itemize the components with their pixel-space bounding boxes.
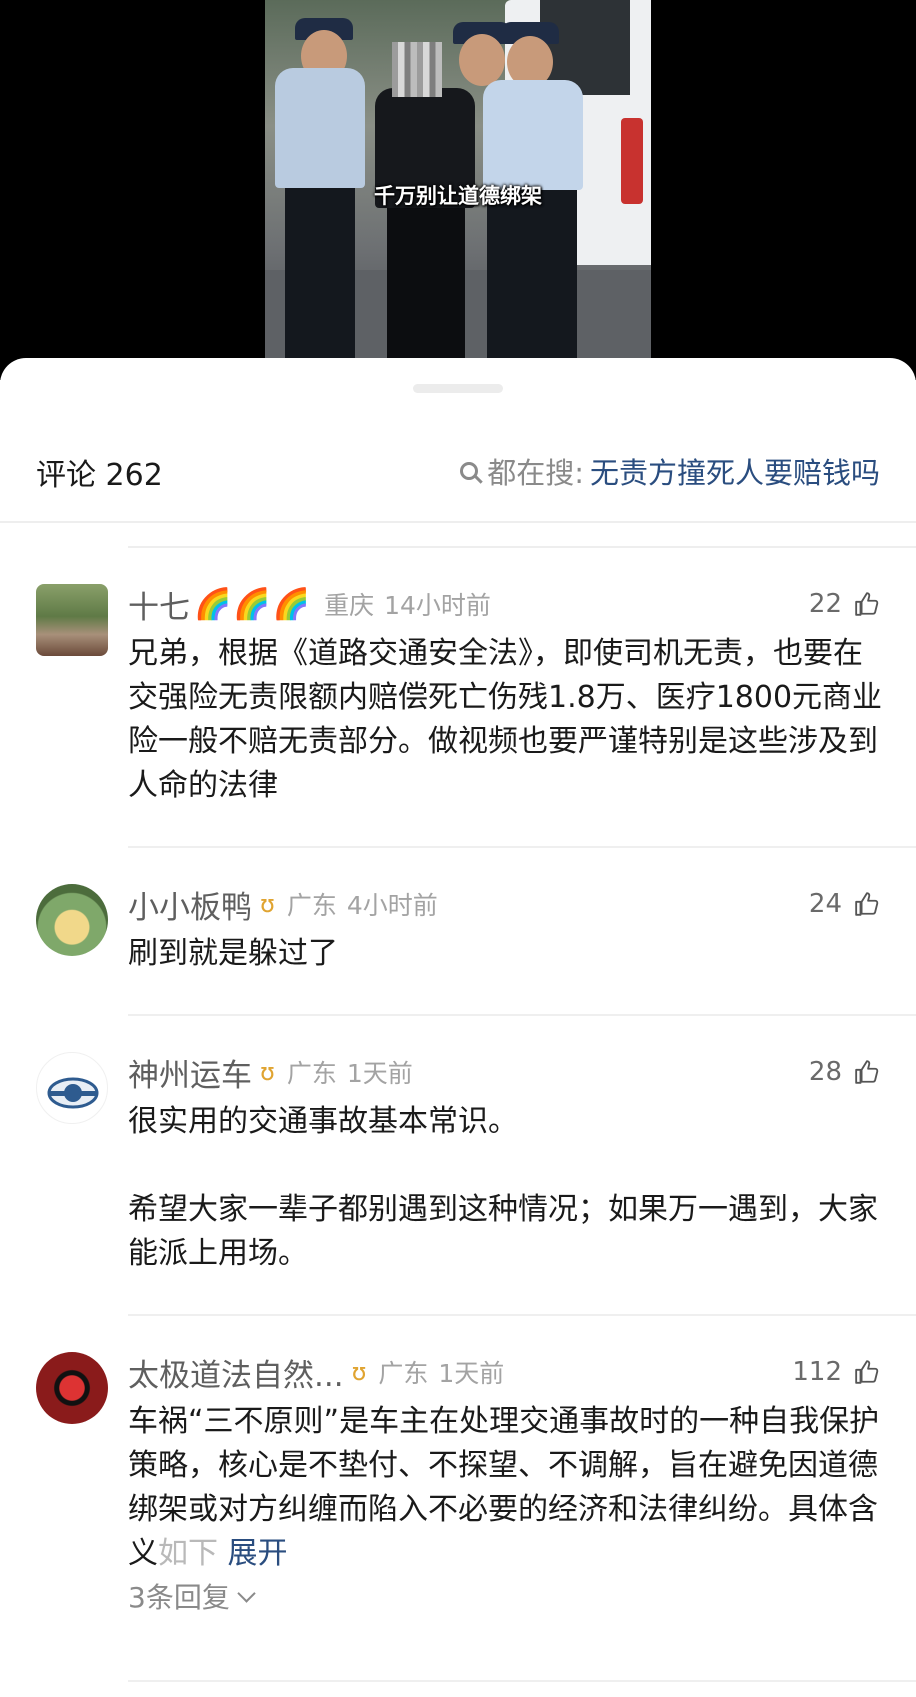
top-divider xyxy=(128,546,916,548)
avatar[interactable] xyxy=(36,1052,108,1124)
steering-wheel-logo xyxy=(47,1077,99,1109)
vip-badge-icon: ʊ xyxy=(351,1358,367,1386)
comment-text-fade: 如下 xyxy=(158,1536,218,1571)
like-button[interactable]: 22 xyxy=(809,584,880,624)
comment-text: 刷到就是躲过了 xyxy=(128,936,338,971)
comment-meta: 十七 🌈🌈🌈 重庆 14小时前 xyxy=(128,582,491,627)
comment-location: 广东 xyxy=(286,1059,337,1088)
comment-meta: 小小板鸭 ʊ 广东 4小时前 xyxy=(128,882,438,927)
comment-time: 4小时前 xyxy=(346,891,438,920)
comment-meta: 太极道法自然... ʊ 广东 1天前 xyxy=(128,1350,505,1395)
comment-time: 14小时前 xyxy=(384,591,491,620)
comment-count: 评论 262 xyxy=(36,458,163,493)
like-count: 112 xyxy=(792,1357,842,1387)
vip-badge-icon: ʊ xyxy=(260,890,275,918)
like-button[interactable]: 112 xyxy=(792,1352,880,1392)
video-frame: 千万别让道德绑架 xyxy=(265,0,651,360)
avatar[interactable] xyxy=(36,584,108,656)
avatar[interactable] xyxy=(36,884,108,956)
mosaic-face xyxy=(392,42,442,97)
comment-time: 1天前 xyxy=(438,1359,505,1388)
comment-divider xyxy=(128,1014,916,1016)
video-player[interactable]: 千万别让道德绑架 xyxy=(0,0,916,380)
like-button[interactable]: 28 xyxy=(809,1052,880,1092)
comment-divider xyxy=(128,846,916,848)
thumbs-up-icon xyxy=(855,1060,879,1084)
commenter-name[interactable]: 小小板鸭 xyxy=(128,882,252,927)
commenter-name[interactable]: 十七 xyxy=(128,582,190,627)
avatar[interactable] xyxy=(36,1352,108,1424)
comment-location: 重庆 xyxy=(324,591,375,620)
comment-text: 很实用的交通事故基本常识。 希望大家一辈子都别遇到这种情况；如果万一遇到，大家能… xyxy=(128,1104,878,1271)
trending-search[interactable]: 都在搜: 无责方撞死人要赔钱吗 xyxy=(460,450,880,492)
thumbs-up-icon xyxy=(855,1360,879,1384)
search-keyword-link[interactable]: 无责方撞死人要赔钱吗 xyxy=(590,450,880,492)
like-count: 22 xyxy=(808,589,842,619)
comment-header: 评论 262 都在搜: 无责方撞死人要赔钱吗 xyxy=(36,450,880,493)
comment-text: 车祸“三不原则”是车主在处理交通事故时的一种自我保护策略，核心是不垫付、不探望、… xyxy=(128,1400,888,1576)
video-subtitle: 千万别让道德绑架 xyxy=(374,184,542,208)
drag-handle[interactable] xyxy=(413,384,503,393)
header-divider xyxy=(0,521,916,523)
vip-badge-icon: ʊ xyxy=(260,1058,275,1086)
comment-divider xyxy=(128,1314,916,1316)
commenter-name[interactable]: 太极道法自然... xyxy=(128,1350,344,1395)
comment-divider xyxy=(128,1680,916,1682)
comment-location: 广东 xyxy=(378,1359,429,1388)
like-button[interactable]: 24 xyxy=(809,884,880,924)
search-icon xyxy=(460,462,479,480)
comment-time: 1天前 xyxy=(346,1059,413,1088)
search-label: 都在搜: xyxy=(487,456,584,490)
like-count: 24 xyxy=(808,889,842,919)
comment-location: 广东 xyxy=(286,891,337,920)
view-replies-button[interactable]: 3条回复 xyxy=(128,1576,256,1616)
rainbow-badge-icon: 🌈🌈🌈 xyxy=(194,586,313,622)
comment-text: 兄弟，根据《道路交通安全法》，即使司机无责，也要在交强险无责限额内赔偿死亡伤残1… xyxy=(128,636,883,803)
commenter-name[interactable]: 神州运车 xyxy=(128,1050,252,1095)
comment-meta: 神州运车 ʊ 广东 1天前 xyxy=(128,1050,413,1095)
thumbs-up-icon xyxy=(855,592,879,616)
thumbs-up-icon xyxy=(855,892,879,916)
comment-sheet: 评论 262 都在搜: 无责方撞死人要赔钱吗 十七 🌈🌈🌈 重庆 14小时前 2… xyxy=(0,358,916,1697)
like-count: 28 xyxy=(808,1057,842,1087)
chevron-down-icon xyxy=(237,1583,256,1603)
expand-link[interactable]: 展开 xyxy=(228,1536,288,1571)
replies-label: 3条回复 xyxy=(128,1581,230,1614)
